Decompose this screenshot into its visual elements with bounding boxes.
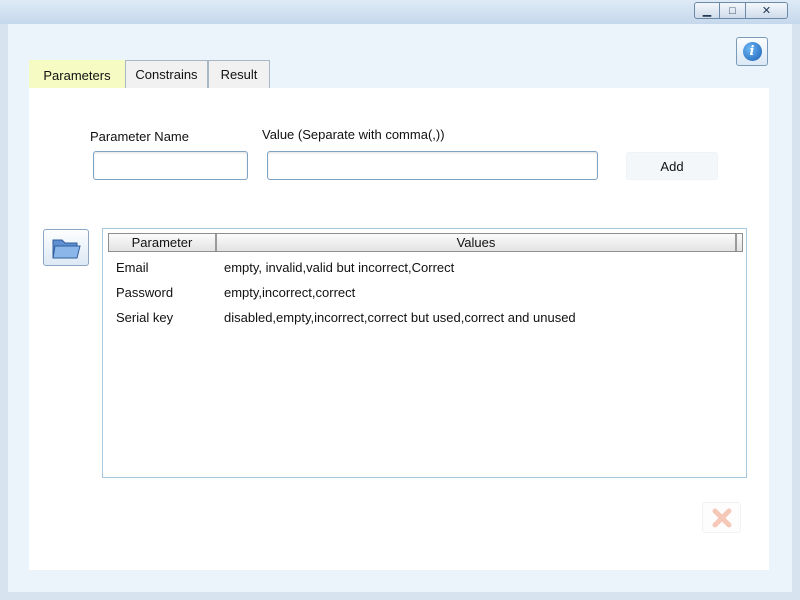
info-icon: i <box>742 42 762 61</box>
close-window-button[interactable]: ✕ <box>746 2 788 19</box>
table-row[interactable]: Serial key disabled,empty,incorrect,corr… <box>108 307 576 327</box>
window-titlebar: ▁ □ ✕ <box>0 0 800 24</box>
cell-values: disabled,empty,incorrect,correct but use… <box>224 309 576 325</box>
tab-parameters[interactable]: Parameters <box>29 60 125 89</box>
column-header-parameter[interactable]: Parameter <box>109 234 217 251</box>
window-controls: ▁ □ ✕ <box>694 2 788 19</box>
close-x-icon <box>712 508 731 527</box>
value-label: Value (Separate with comma(,)) <box>262 127 445 142</box>
cell-values: empty, invalid,valid but incorrect,Corre… <box>224 259 455 275</box>
open-folder-button[interactable] <box>43 229 89 266</box>
remove-button[interactable] <box>702 502 741 533</box>
tab-result[interactable]: Result <box>208 60 270 88</box>
folder-open-icon <box>52 239 81 258</box>
parameter-name-label: Parameter Name <box>90 129 189 144</box>
parameter-name-input[interactable] <box>93 151 248 180</box>
parameters-grid[interactable]: Parameter Values Email empty, invalid,va… <box>102 228 747 478</box>
maximize-button[interactable]: □ <box>720 2 746 19</box>
minimize-button[interactable]: ▁ <box>694 2 720 19</box>
grid-header: Parameter Values <box>108 233 743 252</box>
cell-parameter: Email <box>116 259 149 275</box>
table-row[interactable]: Email empty, invalid,valid but incorrect… <box>108 257 454 277</box>
info-button[interactable]: i <box>736 37 768 66</box>
cell-parameter: Password <box>116 284 174 300</box>
tab-constrains[interactable]: Constrains <box>125 60 208 88</box>
add-button[interactable]: Add <box>626 152 718 180</box>
cell-values: empty,incorrect,correct <box>224 284 356 300</box>
cell-parameter: Serial key <box>116 309 174 325</box>
table-row[interactable]: Password empty,incorrect,correct <box>108 282 355 302</box>
column-header-values[interactable]: Values <box>217 234 737 251</box>
value-input[interactable] <box>267 151 598 180</box>
